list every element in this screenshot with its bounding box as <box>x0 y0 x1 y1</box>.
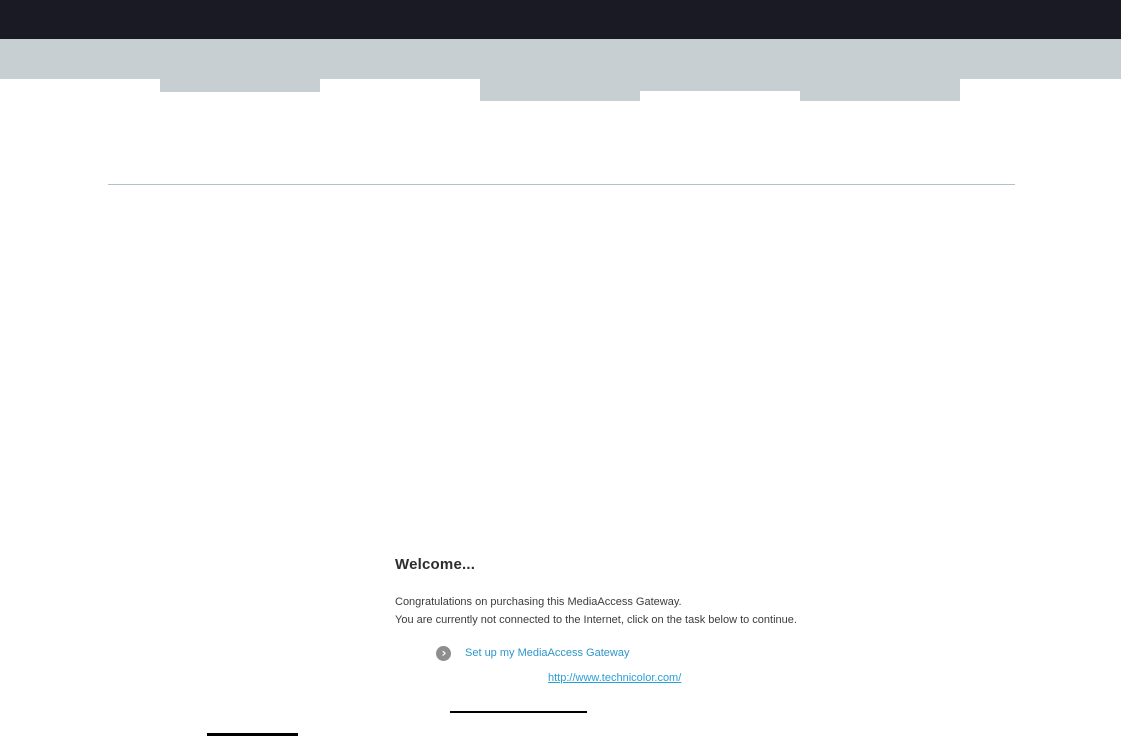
status-text: You are currently not connected to the I… <box>395 614 797 626</box>
footer-rule <box>450 711 587 713</box>
intro-text: Congratulations on purchasing this Media… <box>395 596 682 608</box>
header-divider-line <box>108 184 1015 185</box>
technicolor-website-link[interactable]: http://www.technicolor.com/ <box>548 672 681 684</box>
menu-tab-placeholder-2[interactable] <box>480 79 640 101</box>
chevron-right-circle-icon[interactable]: › <box>436 646 451 661</box>
menu-tab-placeholder-1[interactable] <box>160 79 320 92</box>
gateway-setup-page: Welcome... Congratulations on purchasing… <box>0 0 1121 736</box>
page-title: Welcome... <box>395 556 476 573</box>
setup-gateway-link[interactable]: Set up my MediaAccess Gateway <box>465 647 629 659</box>
top-header-bar <box>0 0 1121 39</box>
menu-tab-placeholder-4[interactable] <box>800 79 960 101</box>
chevron-glyph: › <box>441 646 447 660</box>
menu-bar <box>0 39 1121 79</box>
menu-tab-placeholder-3[interactable] <box>640 79 800 91</box>
